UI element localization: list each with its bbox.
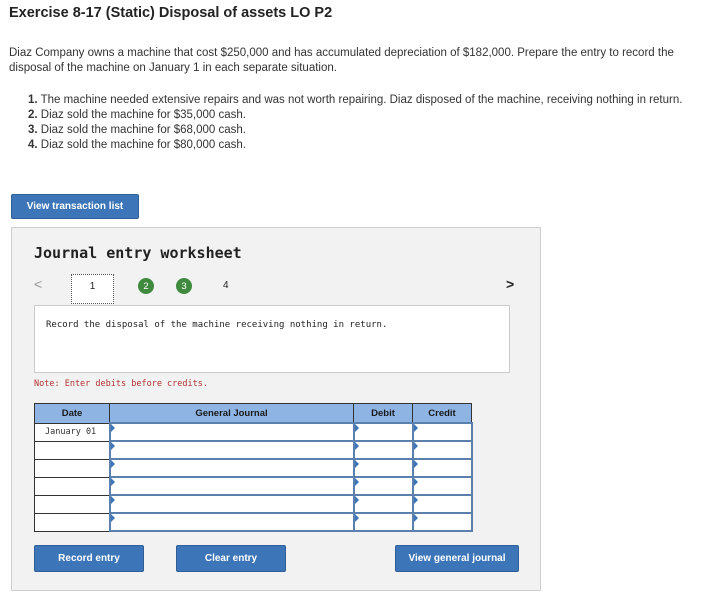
debit-input[interactable]: [352, 494, 414, 514]
situation-text: Diaz sold the machine for $80,000 cash.: [40, 139, 246, 151]
caret-right-icon: [110, 478, 115, 486]
credit-input[interactable]: [411, 476, 473, 496]
caret-right-icon: [413, 460, 418, 468]
journal-row: [34, 494, 473, 514]
journal-row: [34, 440, 473, 460]
situation-number: 1.: [28, 94, 38, 106]
date-cell: [34, 512, 110, 532]
credit-input[interactable]: [411, 440, 473, 460]
date-cell: January 01: [34, 422, 110, 442]
credit-input[interactable]: [411, 422, 473, 442]
tab-1[interactable]: 1: [71, 274, 114, 304]
tab-2[interactable]: 2: [138, 278, 154, 294]
debit-input[interactable]: [352, 422, 414, 442]
account-select[interactable]: [108, 476, 355, 496]
situation-item: 4. Diaz sold the machine for $80,000 cas…: [28, 138, 718, 153]
caret-right-icon: [354, 496, 359, 504]
date-cell: [34, 458, 110, 478]
view-transaction-list-button[interactable]: View transaction list: [11, 194, 139, 219]
caret-right-icon: [354, 460, 359, 468]
instruction-text: Record the disposal of the machine recei…: [46, 320, 388, 330]
journal-entry-worksheet: Journal entry worksheet < 1 2 3 4 > Reco…: [11, 227, 541, 591]
situation-text: Diaz sold the machine for $35,000 cash.: [40, 109, 246, 121]
situation-item: 1. The machine needed extensive repairs …: [28, 93, 718, 108]
date-cell: [34, 476, 110, 496]
chevron-right-icon[interactable]: >: [506, 276, 514, 292]
debit-input[interactable]: [352, 458, 414, 478]
situation-text: The machine needed extensive repairs and…: [40, 94, 683, 106]
tab-4[interactable]: 4: [223, 280, 229, 291]
situation-number: 2.: [28, 109, 38, 121]
tab-3[interactable]: 3: [176, 278, 192, 294]
account-select[interactable]: [108, 440, 355, 460]
caret-right-icon: [413, 424, 418, 432]
exercise-title: Exercise 8-17 (Static) Disposal of asset…: [9, 5, 333, 21]
caret-right-icon: [413, 514, 418, 522]
journal-row: [34, 476, 473, 496]
account-select[interactable]: [108, 458, 355, 478]
caret-right-icon: [110, 496, 115, 504]
credit-input[interactable]: [411, 494, 473, 514]
general-journal-column-header: General Journal: [109, 403, 354, 424]
situation-item: 2. Diaz sold the machine for $35,000 cas…: [28, 108, 718, 123]
journal-table: Date General Journal Debit Credit Januar…: [34, 403, 473, 532]
caret-right-icon: [354, 478, 359, 486]
debit-input[interactable]: [352, 476, 414, 496]
caret-right-icon: [354, 442, 359, 450]
caret-right-icon: [110, 460, 115, 468]
record-entry-button[interactable]: Record entry: [34, 545, 144, 572]
situation-text: Diaz sold the machine for $68,000 cash.: [40, 124, 246, 136]
caret-right-icon: [354, 514, 359, 522]
situation-item: 3. Diaz sold the machine for $68,000 cas…: [28, 123, 718, 138]
chevron-left-icon[interactable]: <: [34, 276, 42, 292]
credit-input[interactable]: [411, 458, 473, 478]
account-select[interactable]: [108, 494, 355, 514]
view-general-journal-button[interactable]: View general journal: [395, 545, 519, 572]
clear-entry-button[interactable]: Clear entry: [176, 545, 286, 572]
journal-row: [34, 458, 473, 478]
caret-right-icon: [413, 442, 418, 450]
instruction-box: Record the disposal of the machine recei…: [34, 305, 510, 373]
situation-number: 4.: [28, 139, 38, 151]
debit-input[interactable]: [352, 512, 414, 532]
situation-number: 3.: [28, 124, 38, 136]
debit-input[interactable]: [352, 440, 414, 460]
caret-right-icon: [110, 442, 115, 450]
caret-right-icon: [110, 424, 115, 432]
worksheet-title: Journal entry worksheet: [34, 244, 242, 262]
caret-right-icon: [413, 478, 418, 486]
caret-right-icon: [413, 496, 418, 504]
date-column-header: Date: [34, 403, 110, 424]
journal-row: January 01: [34, 422, 473, 442]
account-select[interactable]: [108, 422, 355, 442]
debit-column-header: Debit: [353, 403, 413, 424]
note-text: Note: Enter debits before credits.: [34, 379, 208, 389]
situation-list: 1. The machine needed extensive repairs …: [28, 93, 718, 153]
date-cell: [34, 440, 110, 460]
credit-input[interactable]: [411, 512, 473, 532]
exercise-intro: Diaz Company owns a machine that cost $2…: [9, 47, 674, 74]
journal-row: [34, 512, 473, 532]
credit-column-header: Credit: [412, 403, 472, 424]
account-select[interactable]: [108, 512, 355, 532]
caret-right-icon: [354, 424, 359, 432]
caret-right-icon: [110, 514, 115, 522]
date-cell: [34, 494, 110, 514]
journal-header-row: Date General Journal Debit Credit: [34, 403, 472, 424]
